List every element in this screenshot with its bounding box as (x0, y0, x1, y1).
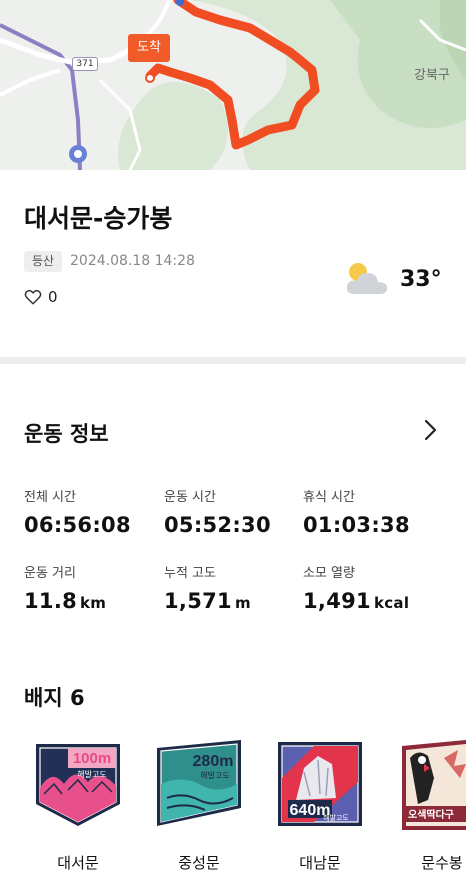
map-canvas (0, 0, 466, 170)
svg-text:해발고도: 해발고도 (323, 813, 349, 822)
stat-elevation-gain: 누적 고도 1,571 m (164, 566, 251, 613)
badges-title: 배지 6 (24, 686, 85, 710)
arrival-marker: 도착 (128, 34, 170, 62)
badge-daenammun[interactable]: 640m 해발고도 (274, 738, 366, 830)
record-title: 대서문-승가봉 (24, 204, 173, 233)
badge-daeseomun[interactable]: 100m 해발고도 (32, 738, 124, 830)
record-datetime: 2024.08.18 14:28 (70, 253, 195, 269)
badge-name: 대남문 (299, 854, 341, 872)
like-button[interactable]: 0 (24, 288, 58, 306)
stat-calories: 소모 열량 1,491 kcal (303, 566, 410, 613)
badge-name: 중성문 (178, 854, 220, 872)
badge-jungseongmun[interactable]: 280m 해발고도 (153, 738, 245, 830)
route-map[interactable]: 도착 371 강북구 (0, 0, 466, 170)
weather-info: 33° (344, 260, 442, 298)
svg-text:해발고도: 해발고도 (77, 769, 106, 779)
badge-name: 문수봉 (421, 854, 463, 872)
stat-total-time: 전체 시간 06:56:08 (24, 490, 131, 537)
badge-name: 대서문 (57, 854, 99, 872)
temperature: 33° (400, 266, 442, 292)
district-label: 강북구 (414, 68, 450, 83)
svg-text:100m: 100m (73, 750, 111, 767)
partly-cloudy-icon (346, 263, 387, 294)
section-divider (0, 357, 466, 364)
svg-text:오색딱다구: 오색딱다구 (408, 808, 454, 821)
like-count: 0 (48, 288, 58, 306)
stat-exercise-time: 운동 시간 05:52:30 (164, 490, 271, 537)
road-number-label: 371 (72, 57, 98, 71)
svg-text:해발고도: 해발고도 (200, 770, 229, 780)
exercise-info-title: 운동 정보 (24, 422, 109, 446)
svg-text:280m: 280m (193, 753, 234, 770)
heart-icon (24, 289, 42, 305)
badge-munsubong[interactable]: 오색딱다구 (398, 738, 466, 834)
stat-rest-time: 휴식 시간 01:03:38 (303, 490, 410, 537)
chevron-right-icon[interactable] (418, 418, 442, 442)
category-tag: 등산 (24, 251, 63, 272)
stat-distance: 운동 거리 11.8 km (24, 566, 107, 613)
